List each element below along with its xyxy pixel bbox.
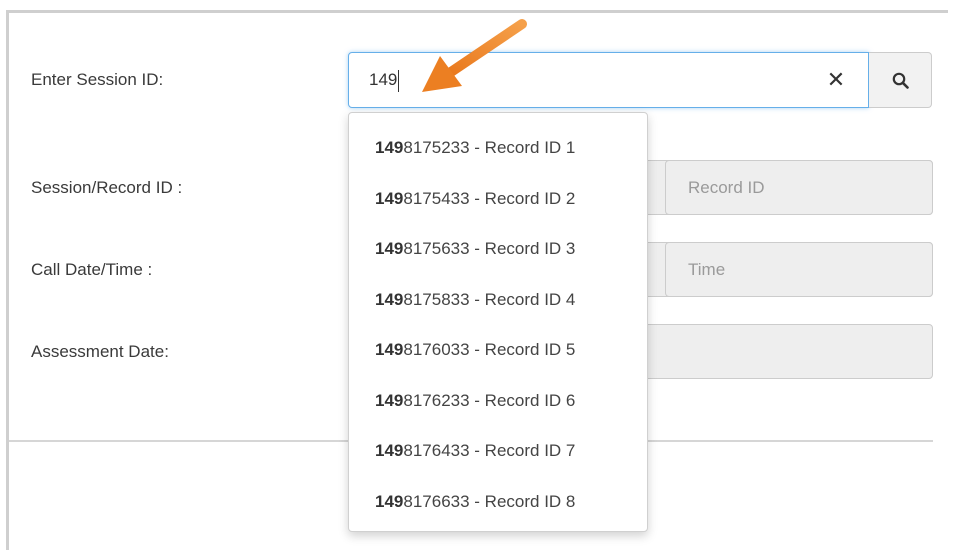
search-icon	[892, 72, 909, 89]
time-placeholder: Time	[688, 259, 726, 279]
list-item[interactable]: 1498176433 - Record ID 7	[349, 426, 647, 477]
session-id-label: Enter Session ID:	[31, 70, 164, 89]
clear-button[interactable]: ✕	[816, 52, 856, 108]
record-id-field[interactable]: Record ID	[665, 160, 933, 215]
call-time-field[interactable]: Time	[665, 242, 933, 297]
list-item[interactable]: 1498175233 - Record ID 1	[349, 123, 647, 174]
session-record-id-label: Session/Record ID :	[31, 178, 183, 197]
text-caret	[398, 69, 400, 92]
assessment-date-label: Assessment Date:	[31, 342, 169, 361]
search-button[interactable]	[869, 52, 932, 108]
close-icon: ✕	[826, 67, 846, 92]
call-datetime-label: Call Date/Time :	[31, 260, 153, 279]
list-item[interactable]: 1498176633 - Record ID 8	[349, 477, 647, 528]
list-item[interactable]: 1498175433 - Record ID 2	[349, 174, 647, 225]
list-item[interactable]: 1498176033 - Record ID 5	[349, 325, 647, 376]
list-item[interactable]: 1498175833 - Record ID 4	[349, 275, 647, 326]
session-search-group: 149 ✕	[348, 52, 932, 108]
autocomplete-dropdown: 1498175233 - Record ID 1 1498175433 - Re…	[348, 112, 648, 532]
list-item[interactable]: 1498175633 - Record ID 3	[349, 224, 647, 275]
session-id-input[interactable]: 149	[348, 52, 869, 108]
record-id-placeholder: Record ID	[688, 177, 765, 197]
session-id-input-value: 149	[369, 70, 398, 89]
list-item[interactable]: 1498176233 - Record ID 6	[349, 376, 647, 427]
